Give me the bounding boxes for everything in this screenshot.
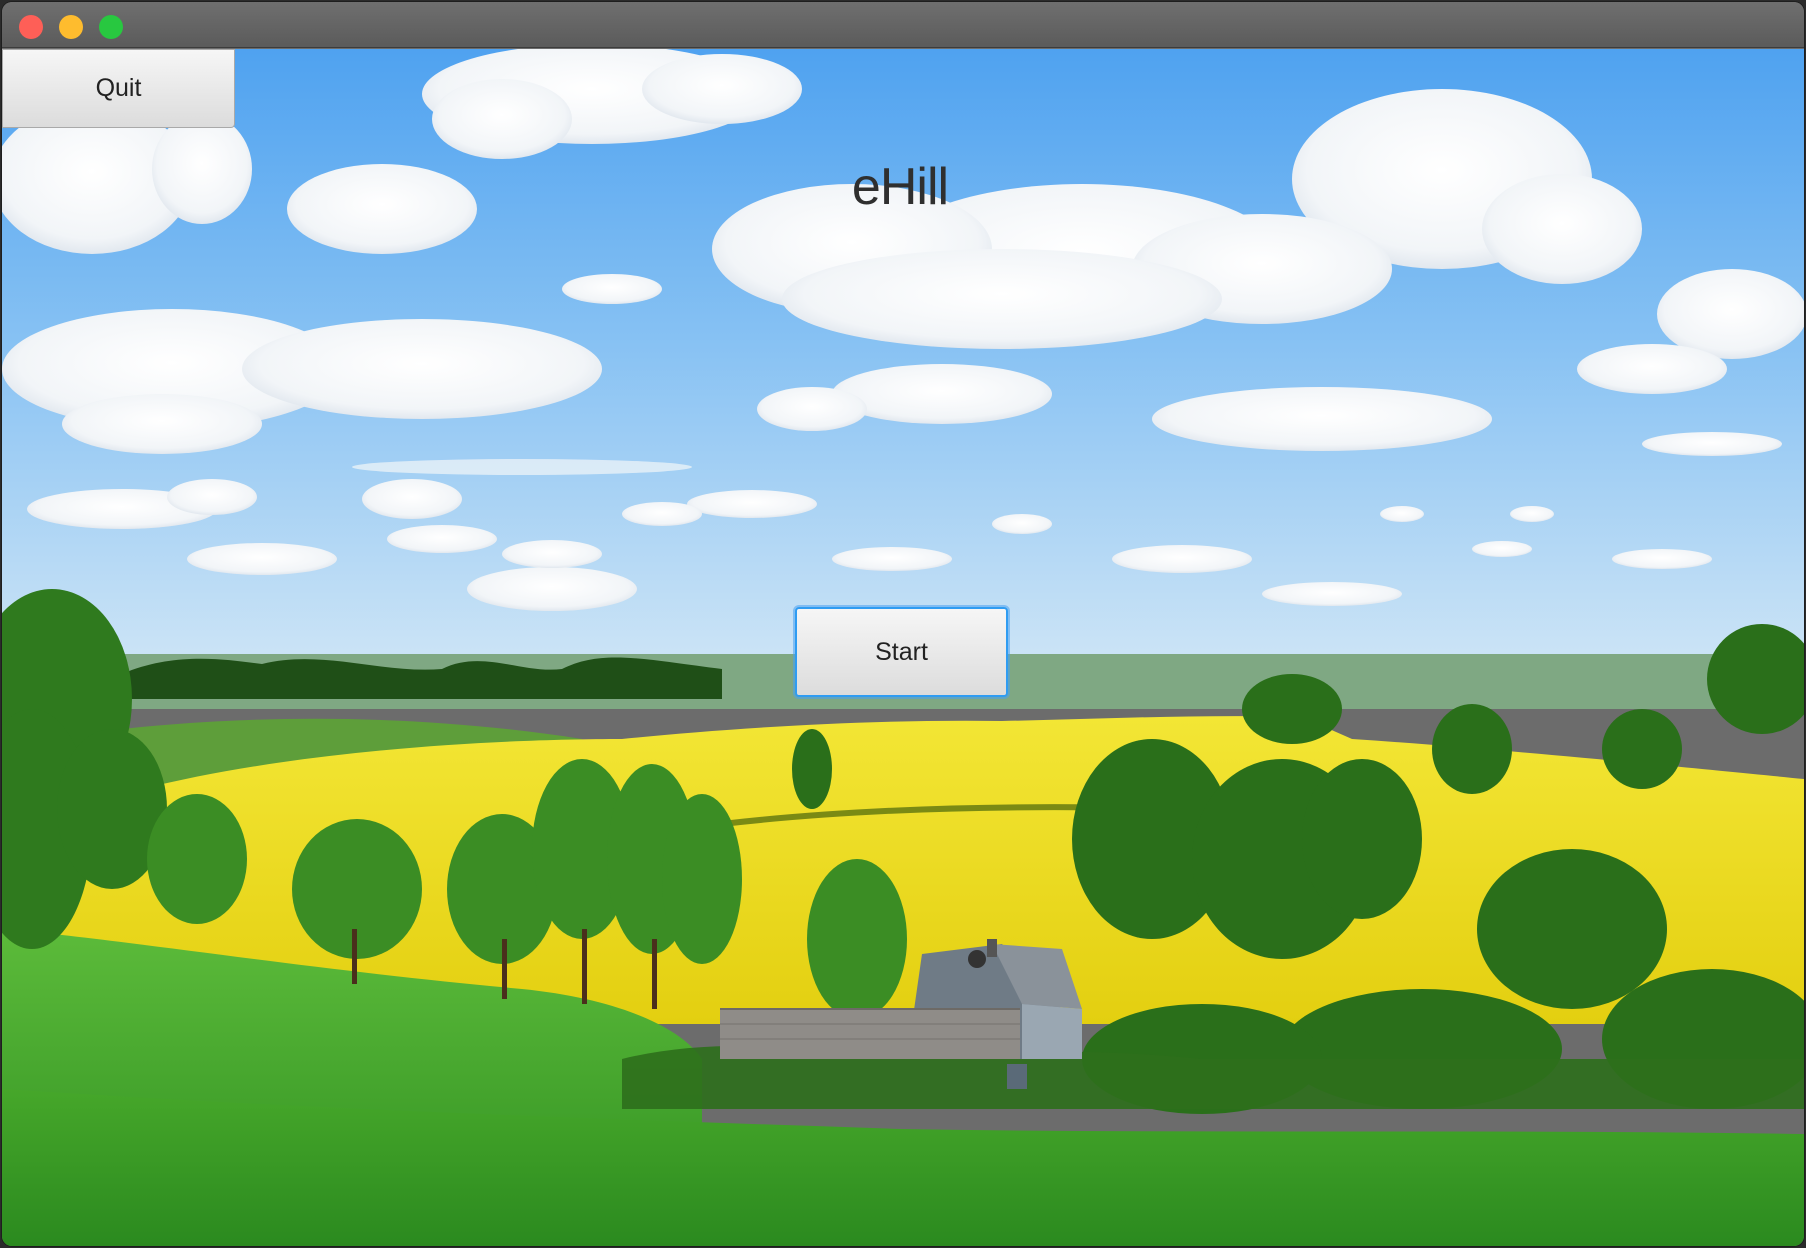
app-content: eHill Quit Start <box>2 49 1804 1246</box>
app-window: eHill Quit Start <box>2 2 1804 1246</box>
start-button[interactable]: Start <box>795 607 1008 697</box>
app-title: eHill <box>851 158 949 216</box>
zoom-window-icon[interactable] <box>99 15 123 39</box>
quit-button[interactable]: Quit <box>2 49 235 128</box>
close-window-icon[interactable] <box>19 15 43 39</box>
title-bar <box>2 2 1804 48</box>
minimize-window-icon[interactable] <box>59 15 83 39</box>
